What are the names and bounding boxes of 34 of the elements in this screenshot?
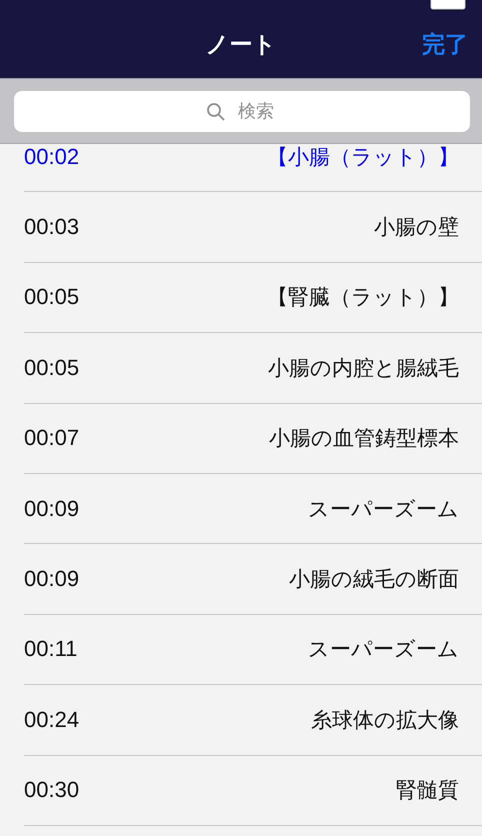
nav-title: ノート [206,30,276,58]
note-time: 00:09 [24,496,80,522]
note-title: 小腸の絨毛の断面 [289,567,459,594]
note-time: 00:05 [24,284,80,310]
note-row[interactable]: 00:09 小腸の絨毛の断面 [24,544,482,615]
note-time: 00:30 [24,777,80,804]
note-title: 腎髄質 [396,778,459,804]
note-title: 【腎臓（ラット）】 [267,285,459,312]
note-row[interactable]: 00:05 【腎臓（ラット）】 [24,262,482,334]
note-time: 00:11 [24,636,78,662]
note-time: 00:07 [24,425,80,452]
note-row[interactable]: 00:09 スーパーズーム [24,474,482,544]
note-row[interactable]: 00:02 【小腸（ラット）】 [24,144,482,192]
done-button[interactable]: 完了 [422,28,468,60]
note-title: 糸球体の拡大像 [311,708,459,734]
note-title: 【小腸（ラット）】 [267,144,459,171]
search-icon [206,102,226,122]
note-row[interactable]: 00:24 糸球体の拡大像 [24,685,482,756]
note-time: 00:02 [24,144,80,170]
note-row[interactable]: 00:05 小腸の内腔と腸絨毛 [24,333,482,404]
note-title: 小腸の内腔と腸絨毛 [268,356,459,382]
note-title: 小腸の壁 [374,215,459,242]
note-row[interactable]: 00:07 小腸の血管鋳型標本 [24,404,482,474]
note-row[interactable]: 00:11 スーパーズーム [24,614,482,686]
note-row[interactable]: 00:03 小腸の壁 [24,192,482,263]
note-time: 00:24 [24,706,80,733]
search-field[interactable]: 検索 [14,91,470,132]
note-time: 00:09 [24,566,80,592]
note-title: スーパーズーム [308,637,459,664]
note-time: 00:03 [24,214,80,240]
note-title: スーパーズーム [308,496,459,523]
note-time: 00:05 [24,354,80,381]
note-row[interactable]: 00:30 腎髄質 [24,756,482,826]
note-title: 小腸の血管鋳型標本 [269,426,459,452]
